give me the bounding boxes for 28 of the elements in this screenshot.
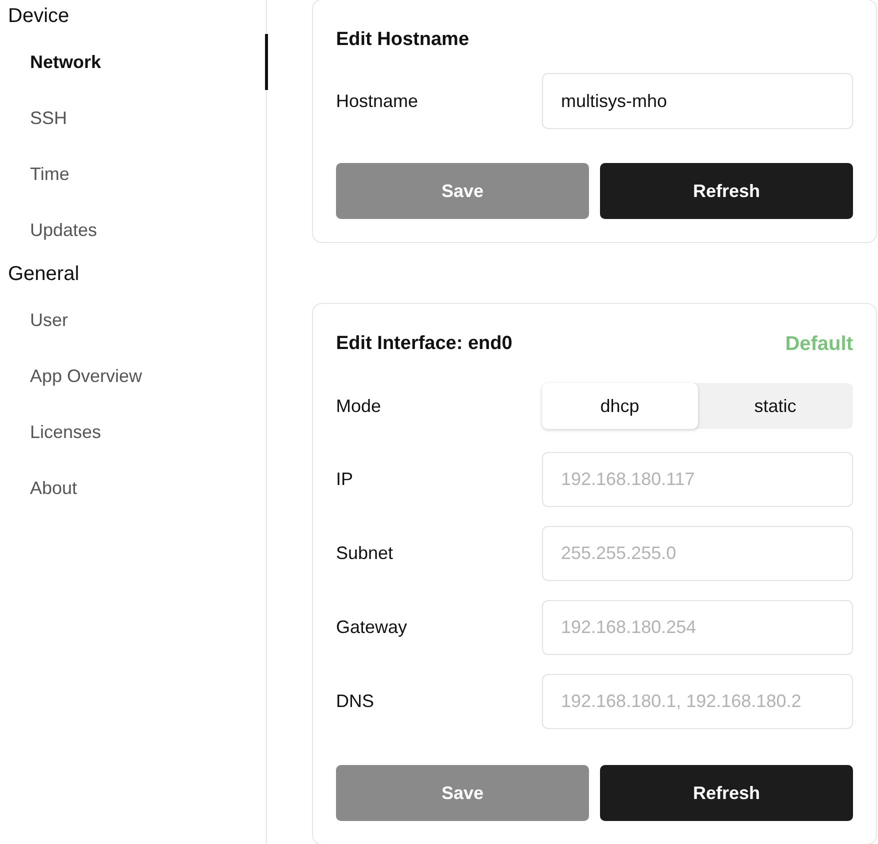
field-label: Mode	[336, 396, 382, 416]
sidebar-item[interactable]: Licenses	[0, 404, 268, 460]
sidebar-item[interactable]: Network	[0, 34, 268, 90]
sidebar-heading: Device	[7, 4, 70, 29]
hostname-field[interactable]: multisys-mho	[542, 73, 853, 129]
sidebar-item[interactable]: User	[0, 292, 268, 348]
input-field[interactable]: 192.168.180.117	[542, 452, 853, 507]
sidebar-item[interactable]: About	[0, 460, 268, 516]
input-field[interactable]: 255.255.255.0	[542, 526, 853, 581]
sidebar-heading: General	[7, 262, 80, 287]
mode-option[interactable]: dhcp	[542, 383, 698, 429]
refresh-button[interactable]: Refresh	[600, 163, 853, 219]
card-title: Edit Hostname	[336, 28, 470, 52]
sidebar-item[interactable]: Updates	[0, 202, 268, 258]
field-label: DNS	[336, 691, 376, 712]
field-label: Subnet	[336, 543, 394, 564]
refresh-button[interactable]: Refresh	[600, 765, 853, 821]
card-title: Edit Interface: end0	[336, 332, 512, 356]
field-label: IP	[336, 469, 354, 490]
input-field[interactable]: 192.168.180.1, 192.168.180.2	[542, 674, 853, 729]
input-field[interactable]: 192.168.180.254	[542, 600, 853, 655]
sidebar-item[interactable]: SSH	[0, 90, 268, 146]
field-label: Hostname	[336, 90, 420, 112]
mode-option[interactable]: static	[698, 383, 853, 429]
sidebar-item[interactable]: App Overview	[0, 348, 268, 404]
field-label: Gateway	[336, 617, 408, 638]
sidebar-item[interactable]: Time	[0, 146, 268, 202]
default-label: Default	[785, 332, 853, 356]
